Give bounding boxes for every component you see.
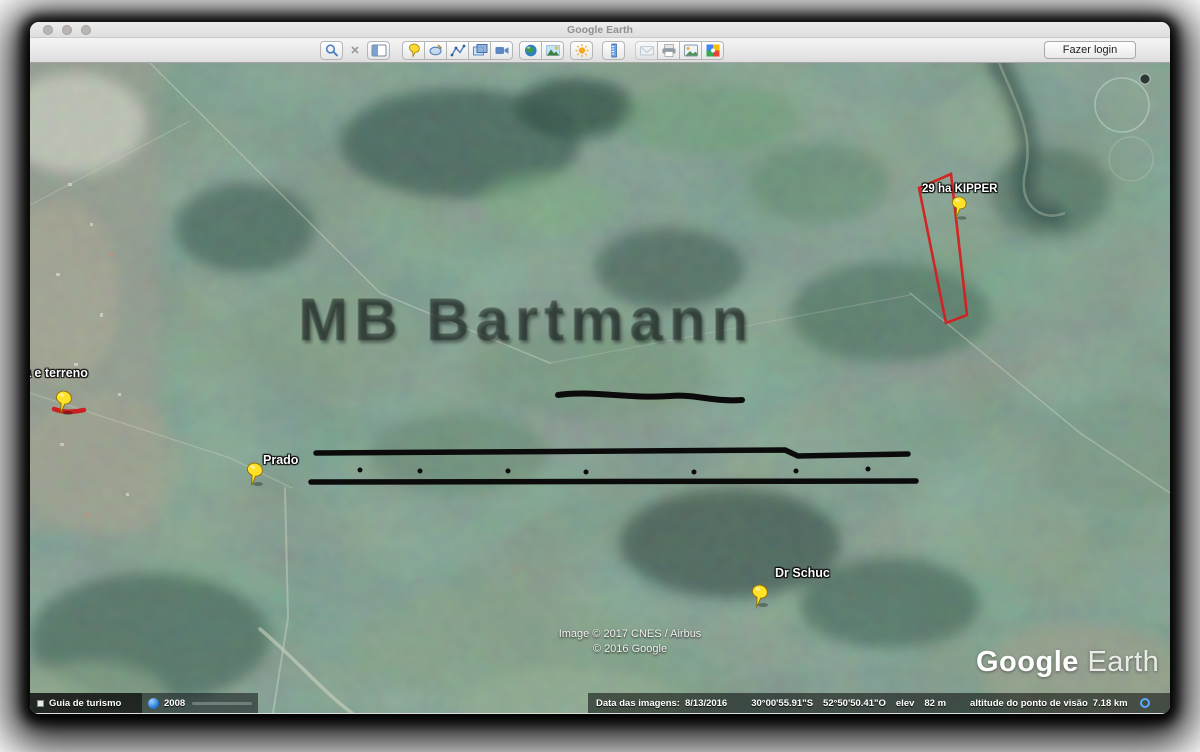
logo-earth: Earth — [1087, 646, 1159, 678]
close-button[interactable] — [43, 25, 53, 35]
google-earth-window: Google Earth — [30, 22, 1170, 714]
email-icon[interactable] — [635, 41, 658, 60]
time-slider-globe-icon — [148, 698, 159, 709]
sunlight-icon[interactable] — [570, 41, 593, 60]
elevation-label: elev — [896, 698, 915, 709]
traffic-lights — [43, 25, 91, 35]
placemark-label-prado[interactable]: Prado — [263, 453, 298, 467]
attribution-line-1: Image © 2017 CNES / Airbus — [485, 627, 775, 642]
annotation-tools-group — [402, 41, 513, 60]
save-image-icon[interactable] — [679, 41, 702, 60]
status-bar: Data das imagens: 8/13/2016 30°00'55.91"… — [588, 693, 1170, 713]
tour-guide-bar: Guia de turismo — [30, 693, 142, 713]
map-viewport[interactable]: MB Bartmann 29 ha KIPPER a e terreno Pra… — [30, 63, 1170, 713]
elevation-value: 82 m — [924, 698, 946, 709]
add-placemark-icon[interactable] — [402, 41, 425, 60]
imagery-date-value: 8/13/2016 — [685, 698, 727, 709]
zoom-button[interactable] — [81, 25, 91, 35]
add-image-overlay-icon[interactable] — [468, 41, 491, 60]
imagery-date-label: Data das imagens: — [596, 698, 680, 709]
planets-icon[interactable] — [519, 41, 542, 60]
search-icon[interactable] — [320, 41, 343, 60]
placemark-label-terreno[interactable]: a e terreno — [30, 366, 88, 380]
redaction-bar-2 — [311, 481, 916, 482]
satellite-imagery — [30, 63, 1170, 713]
add-path-icon[interactable] — [446, 41, 469, 60]
google-earth-logo: Google Earth — [976, 646, 1159, 679]
add-polygon-icon[interactable] — [424, 41, 447, 60]
time-slider[interactable]: 2008 — [142, 693, 258, 713]
placemark-label-schuc[interactable]: Dr Schuc — [775, 566, 830, 580]
share-tools-group — [635, 41, 724, 60]
login-button[interactable]: Fazer login — [1044, 41, 1136, 59]
logo-google: Google — [976, 646, 1079, 678]
latitude-value: 30°00'55.91"S — [751, 698, 813, 709]
tour-guide-checkbox[interactable] — [37, 700, 44, 707]
record-tour-icon[interactable] — [490, 41, 513, 60]
attribution-line-2: © 2016 Google — [485, 642, 775, 657]
clear-search-icon[interactable] — [348, 41, 362, 60]
placemark-label-kipper[interactable]: 29 ha KIPPER — [922, 183, 997, 195]
toolbar: Fazer login — [30, 38, 1170, 63]
time-slider-track[interactable] — [192, 702, 252, 705]
watermark: MB Bartmann — [298, 285, 754, 354]
view-in-google-maps-icon[interactable] — [701, 41, 724, 60]
time-slider-year: 2008 — [164, 698, 185, 709]
titlebar: Google Earth — [30, 22, 1170, 38]
ruler-icon[interactable] — [602, 41, 625, 60]
window-title: Google Earth — [30, 22, 1170, 38]
print-icon[interactable] — [657, 41, 680, 60]
view-tools-group — [519, 41, 564, 60]
imagery-attribution: Image © 2017 CNES / Airbus © 2016 Google — [485, 627, 775, 657]
minimize-button[interactable] — [62, 25, 72, 35]
streaming-indicator-icon — [1140, 698, 1150, 708]
eye-altitude-value: 7.18 km — [1093, 698, 1128, 709]
historical-imagery-icon[interactable] — [541, 41, 564, 60]
screenshot-background: Google Earth — [0, 0, 1200, 752]
sidebar-toggle-icon[interactable] — [367, 41, 390, 60]
longitude-value: 52°50'50.41"O — [823, 698, 886, 709]
eye-altitude-label: altitude do ponto de visão — [970, 698, 1088, 709]
tour-guide-label: Guia de turismo — [49, 698, 121, 709]
